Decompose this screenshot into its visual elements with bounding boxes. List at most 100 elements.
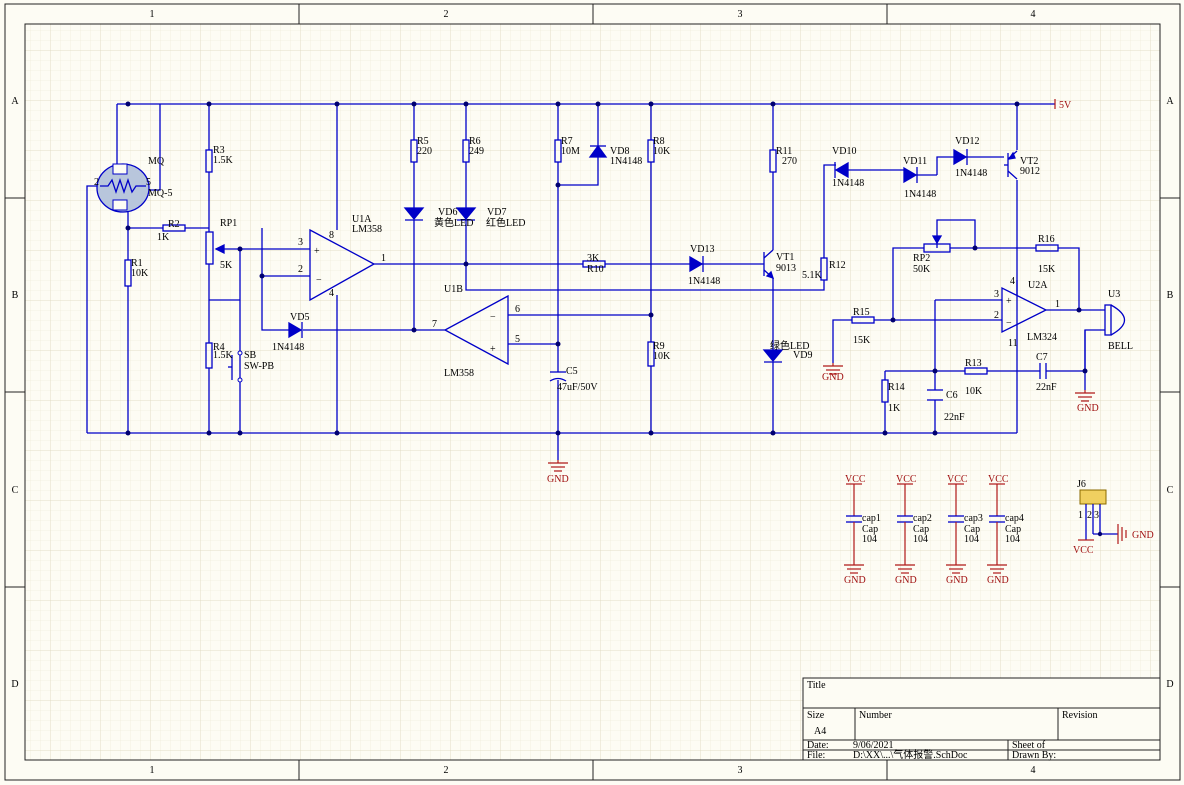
r13-label: R13 bbox=[965, 358, 982, 369]
cap2-label: cap2 bbox=[913, 513, 932, 524]
cap1-value: 104 bbox=[862, 534, 877, 545]
c7-label: C7 bbox=[1036, 352, 1048, 363]
c5-value: 47uF/50V bbox=[557, 382, 598, 393]
u3-label: U3 bbox=[1108, 289, 1120, 300]
vd6-value: 黄色LED bbox=[434, 216, 473, 229]
col-label: 2 bbox=[444, 9, 449, 20]
row-label: D bbox=[1166, 679, 1173, 690]
revision-label: Revision bbox=[1062, 710, 1098, 721]
vcc-label: VCC bbox=[947, 474, 968, 485]
sb-value: SW-PB bbox=[244, 361, 274, 372]
u1b-label: U1B bbox=[444, 284, 463, 295]
u1a-part: LM358 bbox=[352, 224, 382, 235]
c7-value: 22nF bbox=[1036, 382, 1057, 393]
title-label: Title bbox=[807, 680, 826, 691]
schematic-sheet: 1 2 3 4 1 2 3 4 A B C D A B C D Title Si… bbox=[4, 3, 1181, 781]
pin-number: 1 bbox=[1055, 299, 1060, 310]
r9-value: 10K bbox=[653, 351, 671, 362]
vd8-value: 1N4148 bbox=[610, 156, 642, 167]
col-label: 1 bbox=[150, 765, 155, 776]
r2-label: R2 bbox=[168, 219, 180, 230]
r7-value: 10M bbox=[561, 146, 580, 157]
r12-value: 5.1K bbox=[802, 270, 823, 281]
r2-value: 1K bbox=[157, 232, 170, 243]
gnd-label: GND bbox=[1077, 403, 1099, 414]
gnd-label: GND bbox=[547, 474, 569, 485]
mq-part: MQ-5 bbox=[148, 188, 172, 199]
col-label: 3 bbox=[738, 9, 743, 20]
vcc5-label: 5V bbox=[1059, 100, 1072, 111]
r3-value: 1.5K bbox=[213, 155, 234, 166]
r10-label: R10 bbox=[587, 264, 604, 275]
r13-value: 10K bbox=[965, 386, 983, 397]
vcc-label: VCC bbox=[988, 474, 1009, 485]
row-label: A bbox=[1166, 96, 1174, 107]
vcc-label: VCC bbox=[845, 474, 866, 485]
u1a-plus-sign: + bbox=[314, 246, 320, 257]
cap3-label: cap3 bbox=[964, 513, 983, 524]
vd7-label: VD7 bbox=[487, 207, 506, 218]
pin-number: 1 bbox=[381, 253, 386, 264]
r8-value: 10K bbox=[653, 146, 671, 157]
col-label: 4 bbox=[1031, 9, 1036, 20]
vd13-label: VD13 bbox=[690, 244, 714, 255]
cap3-value: 104 bbox=[964, 534, 979, 545]
row-label: D bbox=[11, 679, 18, 690]
u2a-part: LM324 bbox=[1027, 332, 1057, 343]
col-label: 3 bbox=[738, 765, 743, 776]
r14-label: R14 bbox=[888, 382, 905, 393]
row-label: B bbox=[12, 290, 19, 301]
gnd-label: GND bbox=[987, 575, 1009, 586]
r16-value: 15K bbox=[1038, 264, 1056, 275]
mq-pin5: 5 bbox=[146, 177, 151, 188]
vd11-value: 1N4148 bbox=[904, 189, 936, 200]
u1a-minus-sign: − bbox=[316, 275, 322, 286]
c5-label: C5 bbox=[566, 366, 578, 377]
u2a-plus-sign: + bbox=[1006, 296, 1012, 307]
r15-label: R15 bbox=[853, 307, 870, 318]
mq-label: MQ bbox=[148, 156, 165, 167]
vd13-value: 1N4148 bbox=[688, 276, 720, 287]
vt1-value: 9013 bbox=[776, 263, 796, 274]
vd10-label: VD10 bbox=[832, 146, 856, 157]
r4-value: 1.5K bbox=[213, 350, 234, 361]
col-label: 4 bbox=[1031, 765, 1036, 776]
rp2-value: 50K bbox=[913, 264, 931, 275]
pin-number: 11 bbox=[1008, 338, 1018, 349]
r15-value: 15K bbox=[853, 335, 871, 346]
u2a-label: U2A bbox=[1028, 280, 1048, 291]
gnd-label: GND bbox=[822, 372, 844, 383]
r14-value: 1K bbox=[888, 403, 901, 414]
r10-value: 3K bbox=[587, 253, 600, 264]
rp1-label: RP1 bbox=[220, 218, 237, 229]
rp2-label: RP2 bbox=[913, 253, 930, 264]
col-label: 1 bbox=[150, 9, 155, 20]
pin-number: 7 bbox=[432, 319, 437, 330]
cap2-value: 104 bbox=[913, 534, 928, 545]
pin-number: 2 bbox=[298, 264, 303, 275]
vd7-value: 红色LED bbox=[486, 216, 525, 229]
vd11-label: VD11 bbox=[903, 156, 927, 167]
pin-number: 2 bbox=[994, 310, 999, 321]
drawn-by-label: Drawn By: bbox=[1012, 750, 1056, 761]
r11-value: 270 bbox=[782, 156, 797, 167]
size-label: Size bbox=[807, 710, 825, 721]
sb-label: SB bbox=[244, 350, 257, 361]
gnd-label: GND bbox=[946, 575, 968, 586]
row-label: B bbox=[1167, 290, 1174, 301]
cap4-label: cap4 bbox=[1005, 513, 1024, 524]
u1b-minus-sign: − bbox=[490, 312, 496, 323]
u1b-plus-sign: + bbox=[490, 344, 496, 355]
vd5-label: VD5 bbox=[290, 312, 309, 323]
col-label: 2 bbox=[444, 765, 449, 776]
u1b-part: LM358 bbox=[444, 368, 474, 379]
file-value: D:\XX\...\气体报警.SchDoc bbox=[853, 748, 968, 761]
vd12-value: 1N4148 bbox=[955, 168, 987, 179]
size-value: A4 bbox=[814, 726, 826, 737]
pin-number: 3 bbox=[298, 237, 303, 248]
j6-label: J6 bbox=[1077, 479, 1086, 490]
pin-number: 5 bbox=[515, 334, 520, 345]
file-label: File: bbox=[807, 750, 825, 761]
c6-value: 22nF bbox=[944, 412, 965, 423]
cap4-value: 104 bbox=[1005, 534, 1020, 545]
